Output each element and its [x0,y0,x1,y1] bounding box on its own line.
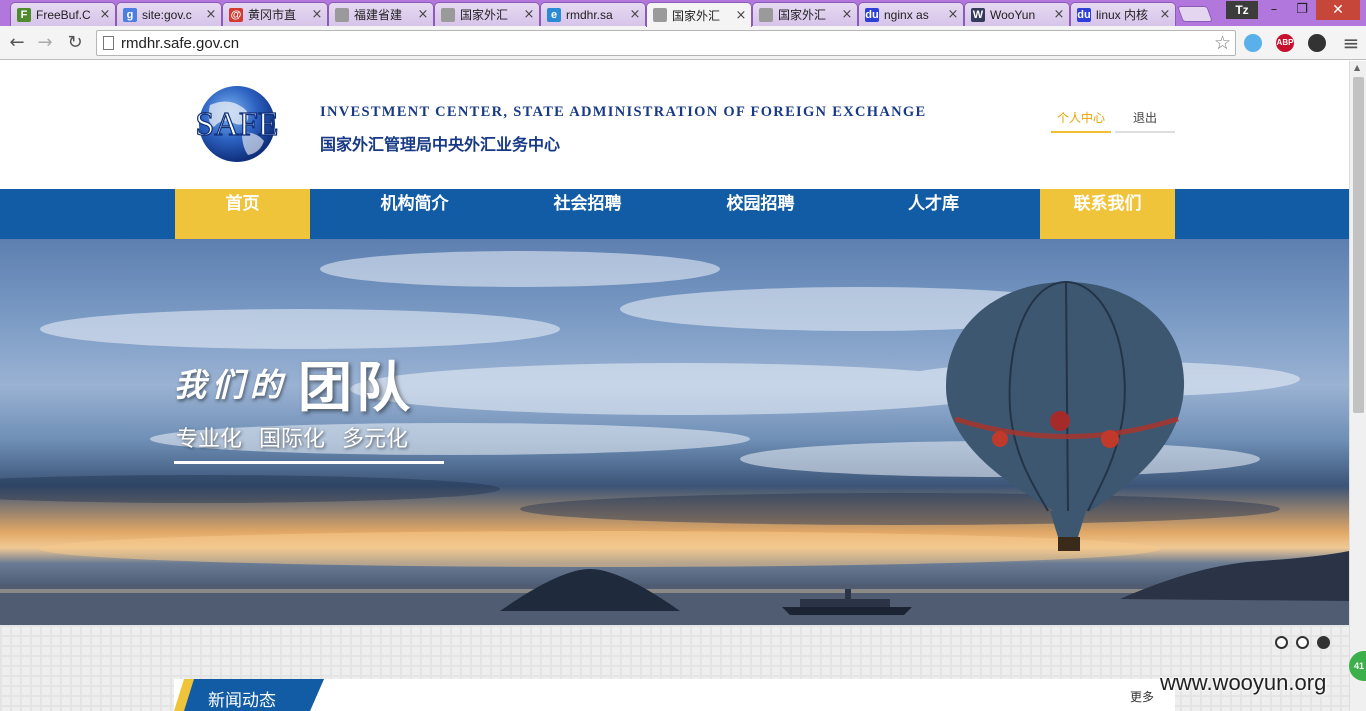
reload-icon[interactable]: ↻ [62,30,88,56]
browser-tab[interactable]: du nginx as × [858,2,964,26]
new-tab-button[interactable] [1177,6,1213,22]
tab-title: WooYun [990,7,1036,22]
news-panel [174,679,1175,711]
browser-tab-strip: F FreeBuf.C × g site:gov.c × @ 黄冈市直 × 福建省建 × 国家外汇 × e… [0,0,1366,27]
nav-item[interactable]: 社会招聘 [520,189,655,239]
tab-close-icon[interactable]: × [417,7,429,22]
browser-tab[interactable]: g site:gov.c × [116,2,222,26]
nav-item[interactable]: 联系我们 [1040,189,1175,239]
browser-tab[interactable]: 福建省建 × [328,2,434,26]
browser-tab[interactable]: du linux 内核 × [1070,2,1176,26]
browser-tab[interactable]: e rmdhr.sa × [540,2,646,26]
page-favicon-icon [653,8,667,22]
nav-item[interactable]: 人才库 [866,189,1001,239]
tab-title: 黄冈市直 [248,8,297,22]
circle-extension-icon[interactable] [1244,34,1262,52]
browser-tab[interactable]: 国家外汇 × [646,2,752,27]
main-navigation: 首页 机构简介 社会招聘 校园招聘 人才库 联系我们 [0,189,1349,239]
safe-logo[interactable]: SAFE [180,83,295,165]
baidu-favicon-icon: du [865,7,879,22]
browser-tab[interactable]: W WooYun × [964,2,1070,26]
wooyun-favicon-icon: W [971,7,985,22]
watermark-text: www.wooyun.org [1160,670,1327,695]
page-favicon-icon [335,7,349,22]
baidu-favicon-icon: du [1077,7,1091,22]
user-links: 个人中心 退出 [1051,109,1175,133]
url-text[interactable]: rmdhr.safe.gov.cn [121,35,239,52]
slogan-underline [174,461,444,464]
tab-title: FreeBuf.C [36,7,91,22]
logo-text: SAFE [195,106,278,143]
carousel-dot[interactable] [1275,636,1288,649]
lower-section: 新闻动态 更多 [0,625,1349,711]
slogan-script: 我们的 [174,366,289,404]
tab-title: 国家外汇 [778,8,827,22]
tab-title: 国家外汇 [460,8,509,22]
slogan-headline: 团队 [298,356,414,419]
news-section-title: 新闻动态 [208,691,276,711]
freebuf-favicon-icon: F [17,7,31,22]
tab-close-icon[interactable]: × [523,7,535,22]
adblock-plus-icon[interactable]: ABP [1276,34,1294,52]
tab-title: nginx as [884,7,929,22]
forward-arrow-icon[interactable]: → [32,30,58,56]
edge-favicon-icon: e [547,7,561,22]
tab-title: 国家外汇 [672,8,721,23]
browser-toolbar: ← → ↻ rmdhr.safe.gov.cn ☆ ABP ≡ [0,26,1366,60]
tab-close-icon[interactable]: × [1053,7,1065,22]
browser-tab[interactable]: 国家外汇 × [752,2,858,26]
tab-close-icon[interactable]: × [735,8,747,23]
nav-item[interactable]: 首页 [175,189,310,239]
tab-title: linux 内核 [1096,8,1149,22]
hg-favicon-icon: @ [229,7,243,22]
carousel-dot[interactable] [1296,636,1309,649]
slogan-subtitle: 专业化 国际化 多元化 [176,427,408,452]
google-favicon-icon: g [123,7,137,22]
scroll-up-arrow-icon[interactable]: ▲ [1354,63,1360,72]
bookmark-star-icon[interactable]: ☆ [1214,32,1231,54]
webpage: SAFE INVESTMENT CENTER, STATE ADMINISTRA… [0,61,1349,711]
user-center-link[interactable]: 个人中心 [1051,109,1111,133]
hero-banner: 我们的 团队 专业化 国际化 多元化 [0,239,1349,625]
profile-button[interactable]: Tz [1226,1,1258,19]
browser-tab[interactable]: 国家外汇 × [434,2,540,26]
page-favicon-icon [759,7,773,22]
nav-item[interactable]: 机构简介 [347,189,482,239]
browser-tab[interactable]: @ 黄冈市直 × [222,2,328,26]
chrome-menu-icon[interactable]: ≡ [1338,30,1364,56]
tab-close-icon[interactable]: × [99,7,111,22]
scrollbar-thumb[interactable] [1353,77,1364,413]
incognito-extension-icon[interactable] [1308,34,1326,52]
page-scrollbar[interactable]: ▲ [1349,61,1366,711]
tab-title: rmdhr.sa [566,7,613,22]
browser-tab[interactable]: F FreeBuf.C × [10,2,116,26]
logout-link[interactable]: 退出 [1115,109,1175,133]
nav-item[interactable]: 校园招聘 [693,189,828,239]
minimize-icon[interactable]: – [1260,0,1288,20]
page-favicon-icon [441,7,455,22]
tab-close-icon[interactable]: × [1159,7,1171,22]
page-icon [103,36,114,50]
tab-close-icon[interactable]: × [205,7,217,22]
tab-close-icon[interactable]: × [629,7,641,22]
site-header: SAFE INVESTMENT CENTER, STATE ADMINISTRA… [0,61,1349,189]
back-arrow-icon[interactable]: ← [4,30,30,56]
address-bar[interactable]: rmdhr.safe.gov.cn ☆ [96,30,1236,56]
tab-close-icon[interactable]: × [311,7,323,22]
site-title-en: INVESTMENT CENTER, STATE ADMINISTRATION … [320,104,927,120]
maximize-icon[interactable]: ❐ [1288,0,1316,20]
tab-title: site:gov.c [142,7,192,22]
window-close-icon[interactable]: ✕ [1316,0,1360,20]
tab-close-icon[interactable]: × [947,7,959,22]
site-title-cn: 国家外汇管理局中央外汇业务中心 [320,135,561,154]
carousel-dot[interactable] [1317,636,1330,649]
news-more-link[interactable]: 更多 [1130,688,1154,705]
tab-close-icon[interactable]: × [841,7,853,22]
tab-title: 福建省建 [354,8,403,22]
